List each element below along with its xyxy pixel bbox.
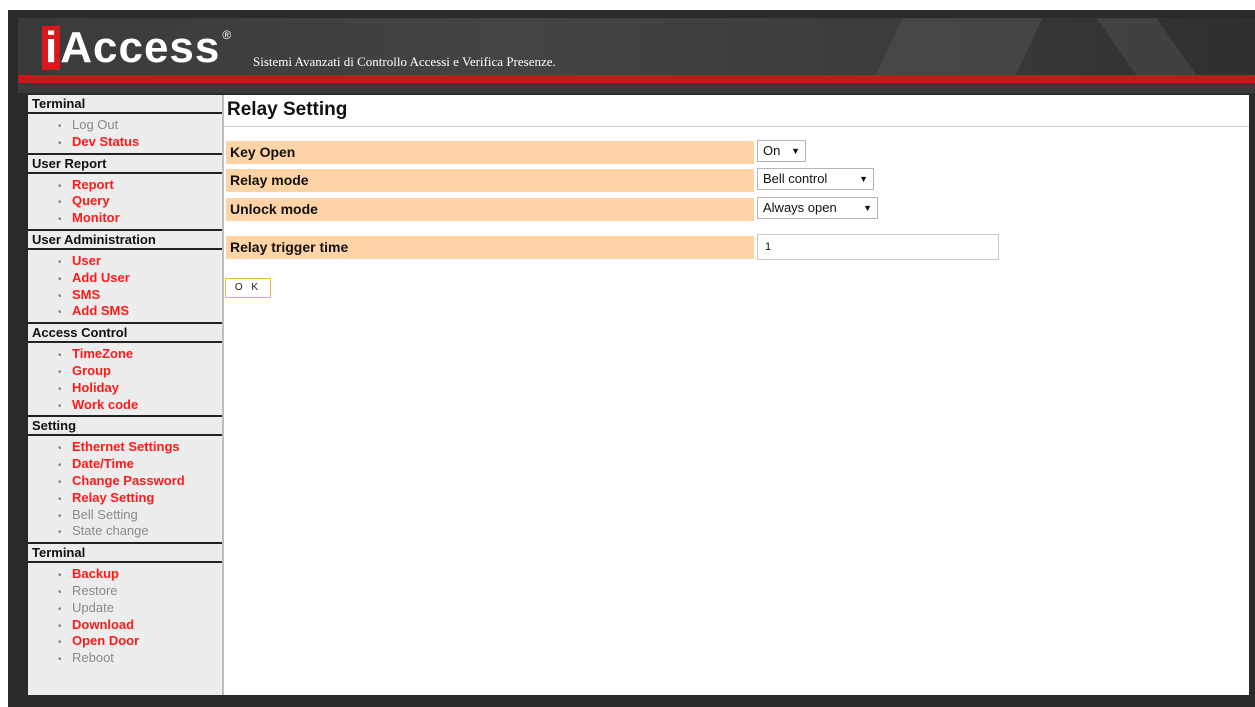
bullet-icon: • [58,137,62,149]
sidebar-link[interactable]: Download [72,617,134,632]
sidebar-link[interactable]: TimeZone [72,346,133,361]
bullet-icon: • [58,400,62,412]
sidebar-item: • Update [58,600,222,617]
relay-mode-value: Bell control [763,171,828,186]
sidebar-link[interactable]: Dev Status [72,134,139,149]
sidebar-link[interactable]: Bell Setting [72,507,138,522]
sidebar-link[interactable]: Restore [72,583,118,598]
key-open-label: Key Open [226,141,754,164]
sidebar-item: • Relay Setting [58,490,222,507]
sidebar-menu: • User • Add User • SMS • Add SMS [28,250,222,322]
unlock-mode-label: Unlock mode [226,198,754,221]
sidebar-section-heading: User Administration [28,228,222,250]
main-content: Relay Setting Key Open On ▼ Relay mode B… [224,95,1249,695]
relay-trigger-time-label: Relay trigger time [226,236,754,259]
unlock-mode-select[interactable]: Always open ▼ [757,197,878,219]
sidebar-item: • Dev Status [58,134,222,151]
sidebar-section-heading: Setting [28,415,222,437]
sidebar-link[interactable]: User [72,253,101,268]
sidebar-link[interactable]: Report [72,177,114,192]
sidebar-item: • Query [58,193,222,210]
logo-text: Access [60,23,221,72]
registered-mark: ® [222,28,232,42]
sidebar-menu: • Backup • Restore • Update • Download • Open Doo… [28,563,222,669]
sidebar-item: • Restore [58,583,222,600]
sidebar-section-heading: Access Control [28,322,222,344]
sidebar-link[interactable]: Reboot [72,650,114,665]
header-red-bar [18,75,1255,83]
sidebar-item: • Download [58,617,222,634]
sidebar-item: • Date/Time [58,456,222,473]
sidebar-item: • Bell Setting [58,507,222,524]
sidebar-section-heading: Terminal [28,95,222,114]
sidebar-link[interactable]: Group [72,363,111,378]
sidebar-section-heading: Terminal [28,542,222,564]
sidebar-item: • Monitor [58,210,222,227]
sidebar-section-heading: User Report [28,152,222,174]
sidebar-item: • Backup [58,566,222,583]
sidebar-link[interactable]: Update [72,600,114,615]
relay-trigger-time-input[interactable]: 1 [757,234,999,260]
sidebar-item: • Group [58,363,222,380]
sidebar-menu: • Log Out • Dev Status [28,114,222,153]
relay-mode-label: Relay mode [226,169,754,192]
sidebar-link[interactable]: Change Password [72,473,185,488]
sidebar-item: • Holiday [58,380,222,397]
bullet-icon: • [58,214,62,226]
sidebar-link[interactable]: Ethernet Settings [72,439,180,454]
sidebar-item: • TimeZone [58,346,222,363]
sidebar-item: • Reboot [58,650,222,667]
sidebar-item: • State change [58,523,222,540]
sidebar-link[interactable]: Monitor [72,210,120,225]
sidebar-menu: • TimeZone • Group • Holiday • Work code [28,343,222,415]
dropdown-arrow-icon: ▼ [859,174,868,184]
dropdown-arrow-icon: ▼ [863,203,872,213]
sidebar-link[interactable]: Date/Time [72,456,134,471]
sidebar-link[interactable]: SMS [72,287,100,302]
dropdown-arrow-icon: ▼ [791,146,800,156]
sidebar-menu: • Report • Query • Monitor [28,174,222,229]
bullet-icon: • [58,307,62,319]
page-title: Relay Setting [224,95,1249,127]
sidebar-item: • Log Out [58,117,222,134]
app-header: i Access ® Sistemi Avanzati di Controllo… [18,18,1255,80]
sidebar-item: • Add User [58,270,222,287]
sidebar-item: • Open Door [58,633,222,650]
sidebar-link[interactable]: Query [72,193,110,208]
sidebar-link[interactable]: Backup [72,566,119,581]
sidebar-item: • User [58,253,222,270]
header-decoration [873,18,1043,80]
bullet-icon: • [58,527,62,539]
sidebar-item: • Add SMS [58,303,222,320]
sidebar-link[interactable]: Log Out [72,117,118,132]
sidebar-item: • Change Password [58,473,222,490]
bullet-icon: • [58,654,62,666]
header-sub-bar [18,83,1255,93]
sidebar-link[interactable]: Add SMS [72,303,129,318]
header-tagline: Sistemi Avanzati di Controllo Accessi e … [253,54,556,69]
sidebar-link[interactable]: Add User [72,270,130,285]
ok-button[interactable]: O K [225,278,271,298]
sidebar-item: • Report [58,177,222,194]
key-open-select[interactable]: On ▼ [757,140,806,162]
key-open-value: On [763,143,781,158]
sidebar-item: • Work code [58,397,222,414]
iaccess-logo: i Access ® [42,24,231,70]
sidebar-link[interactable]: State change [72,523,149,538]
sidebar-link[interactable]: Holiday [72,380,119,395]
sidebar-item: • Ethernet Settings [58,439,222,456]
unlock-mode-value: Always open [763,200,837,215]
sidebar-link[interactable]: Work code [72,397,138,412]
sidebar-menu: • Ethernet Settings • Date/Time • Change Pass… [28,436,222,542]
logo-i: i [42,26,61,70]
sidebar-nav: Terminal • Log Out • Dev Status User Report • R… [28,95,222,695]
sidebar-link[interactable]: Relay Setting [72,490,154,505]
sidebar-item: • SMS [58,287,222,304]
sidebar-link[interactable]: Open Door [72,633,139,648]
header-decoration [1096,18,1200,80]
relay-mode-select[interactable]: Bell control ▼ [757,168,874,190]
